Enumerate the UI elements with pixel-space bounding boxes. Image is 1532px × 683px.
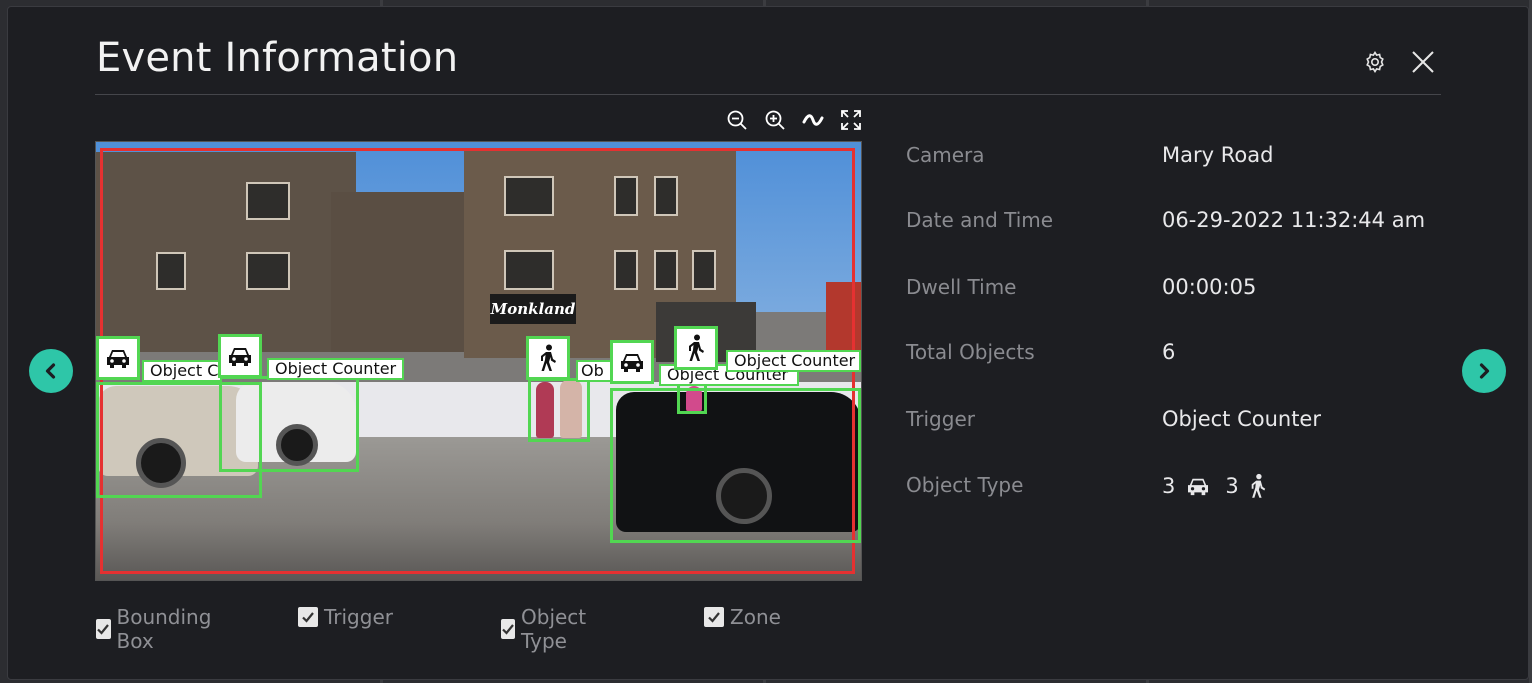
info-value: 6 (1162, 340, 1176, 364)
pedestrian-icon (541, 344, 556, 371)
info-value: 00:00:05 (1162, 275, 1257, 299)
pedestrian-icon (689, 334, 704, 361)
object-type-checkbox[interactable]: Object Type (501, 605, 592, 653)
info-value: Object Counter (1162, 407, 1321, 431)
close-icon (1412, 51, 1434, 73)
info-label: Date and Time (906, 208, 1054, 232)
info-label: Trigger (906, 407, 975, 431)
object-type-marker (610, 340, 654, 384)
car-icon (229, 348, 251, 366)
chevron-left-icon (45, 363, 56, 379)
info-row-trigger: Trigger Object Counter (906, 407, 1466, 439)
expand-icon (841, 110, 861, 130)
checkbox-checked-icon (704, 607, 724, 627)
object-bounding-box (610, 388, 861, 543)
zoom-in-icon (765, 110, 785, 130)
zoom-out-icon (727, 110, 747, 130)
info-label: Camera (906, 143, 985, 167)
fullscreen-button[interactable] (838, 107, 864, 133)
checkbox-checked-icon (501, 619, 515, 639)
object-type-marker (674, 326, 718, 370)
object-bounding-box (219, 376, 359, 472)
trail-toggle-button[interactable] (800, 107, 826, 133)
vehicle-count: 3 (1162, 474, 1176, 498)
info-row-date-time: Date and Time 06-29-2022 11:32:44 am (906, 208, 1466, 240)
checkbox-label: Bounding Box (116, 605, 212, 653)
gear-icon (1366, 50, 1384, 74)
info-row-camera: Camera Mary Road (906, 143, 1466, 175)
pedestrian-count: 3 (1225, 474, 1239, 498)
car-icon (621, 354, 643, 372)
checkbox-label: Object Type (521, 605, 587, 653)
wave-icon (802, 114, 824, 126)
info-label: Object Type (906, 473, 1024, 497)
info-row-total-objects: Total Objects 6 (906, 340, 1466, 372)
info-value: Mary Road (1162, 143, 1274, 167)
zoom-in-button[interactable] (762, 107, 788, 133)
object-label: Object Counter (726, 350, 861, 372)
pedestrian-icon (1251, 473, 1265, 498)
object-type-summary: 3 3 (1162, 473, 1267, 499)
checkbox-checked-icon (298, 607, 318, 627)
info-label: Total Objects (906, 340, 1035, 364)
object-type-marker (96, 336, 140, 380)
previous-event-button[interactable] (29, 349, 73, 393)
object-label: Object Counter (267, 358, 405, 380)
settings-button[interactable] (1360, 47, 1390, 77)
checkbox-label: Trigger (324, 605, 393, 629)
dialog-title: Event Information (96, 35, 459, 81)
object-label: Ob (576, 360, 612, 382)
object-bounding-box (528, 378, 590, 442)
zone-checkbox[interactable]: Zone (704, 605, 781, 629)
checkbox-checked-icon (96, 619, 111, 639)
object-label: Object C (142, 360, 222, 382)
car-icon (107, 350, 129, 368)
zoom-out-button[interactable] (724, 107, 750, 133)
next-event-button[interactable] (1462, 349, 1506, 393)
event-information-dialog: Event Information Monkland Object C Obje… (7, 6, 1529, 680)
trigger-checkbox[interactable]: Trigger (298, 605, 393, 629)
info-row-object-type: Object Type 3 3 (906, 473, 1466, 505)
close-button[interactable] (1408, 47, 1438, 77)
object-type-marker (218, 334, 262, 378)
info-value: 06-29-2022 11:32:44 am (1162, 208, 1426, 232)
video-toolbar (724, 107, 864, 133)
chevron-right-icon (1479, 363, 1490, 379)
checkbox-label: Zone (730, 605, 781, 629)
event-snapshot: Monkland Object C Object Counter Ob Obje… (95, 141, 862, 581)
info-label: Dwell Time (906, 275, 1017, 299)
info-row-dwell-time: Dwell Time 00:00:05 (906, 275, 1466, 307)
bounding-box-checkbox[interactable]: Bounding Box (96, 605, 217, 653)
object-type-marker (526, 336, 570, 380)
car-icon (1188, 478, 1209, 496)
header-divider (95, 94, 1441, 95)
